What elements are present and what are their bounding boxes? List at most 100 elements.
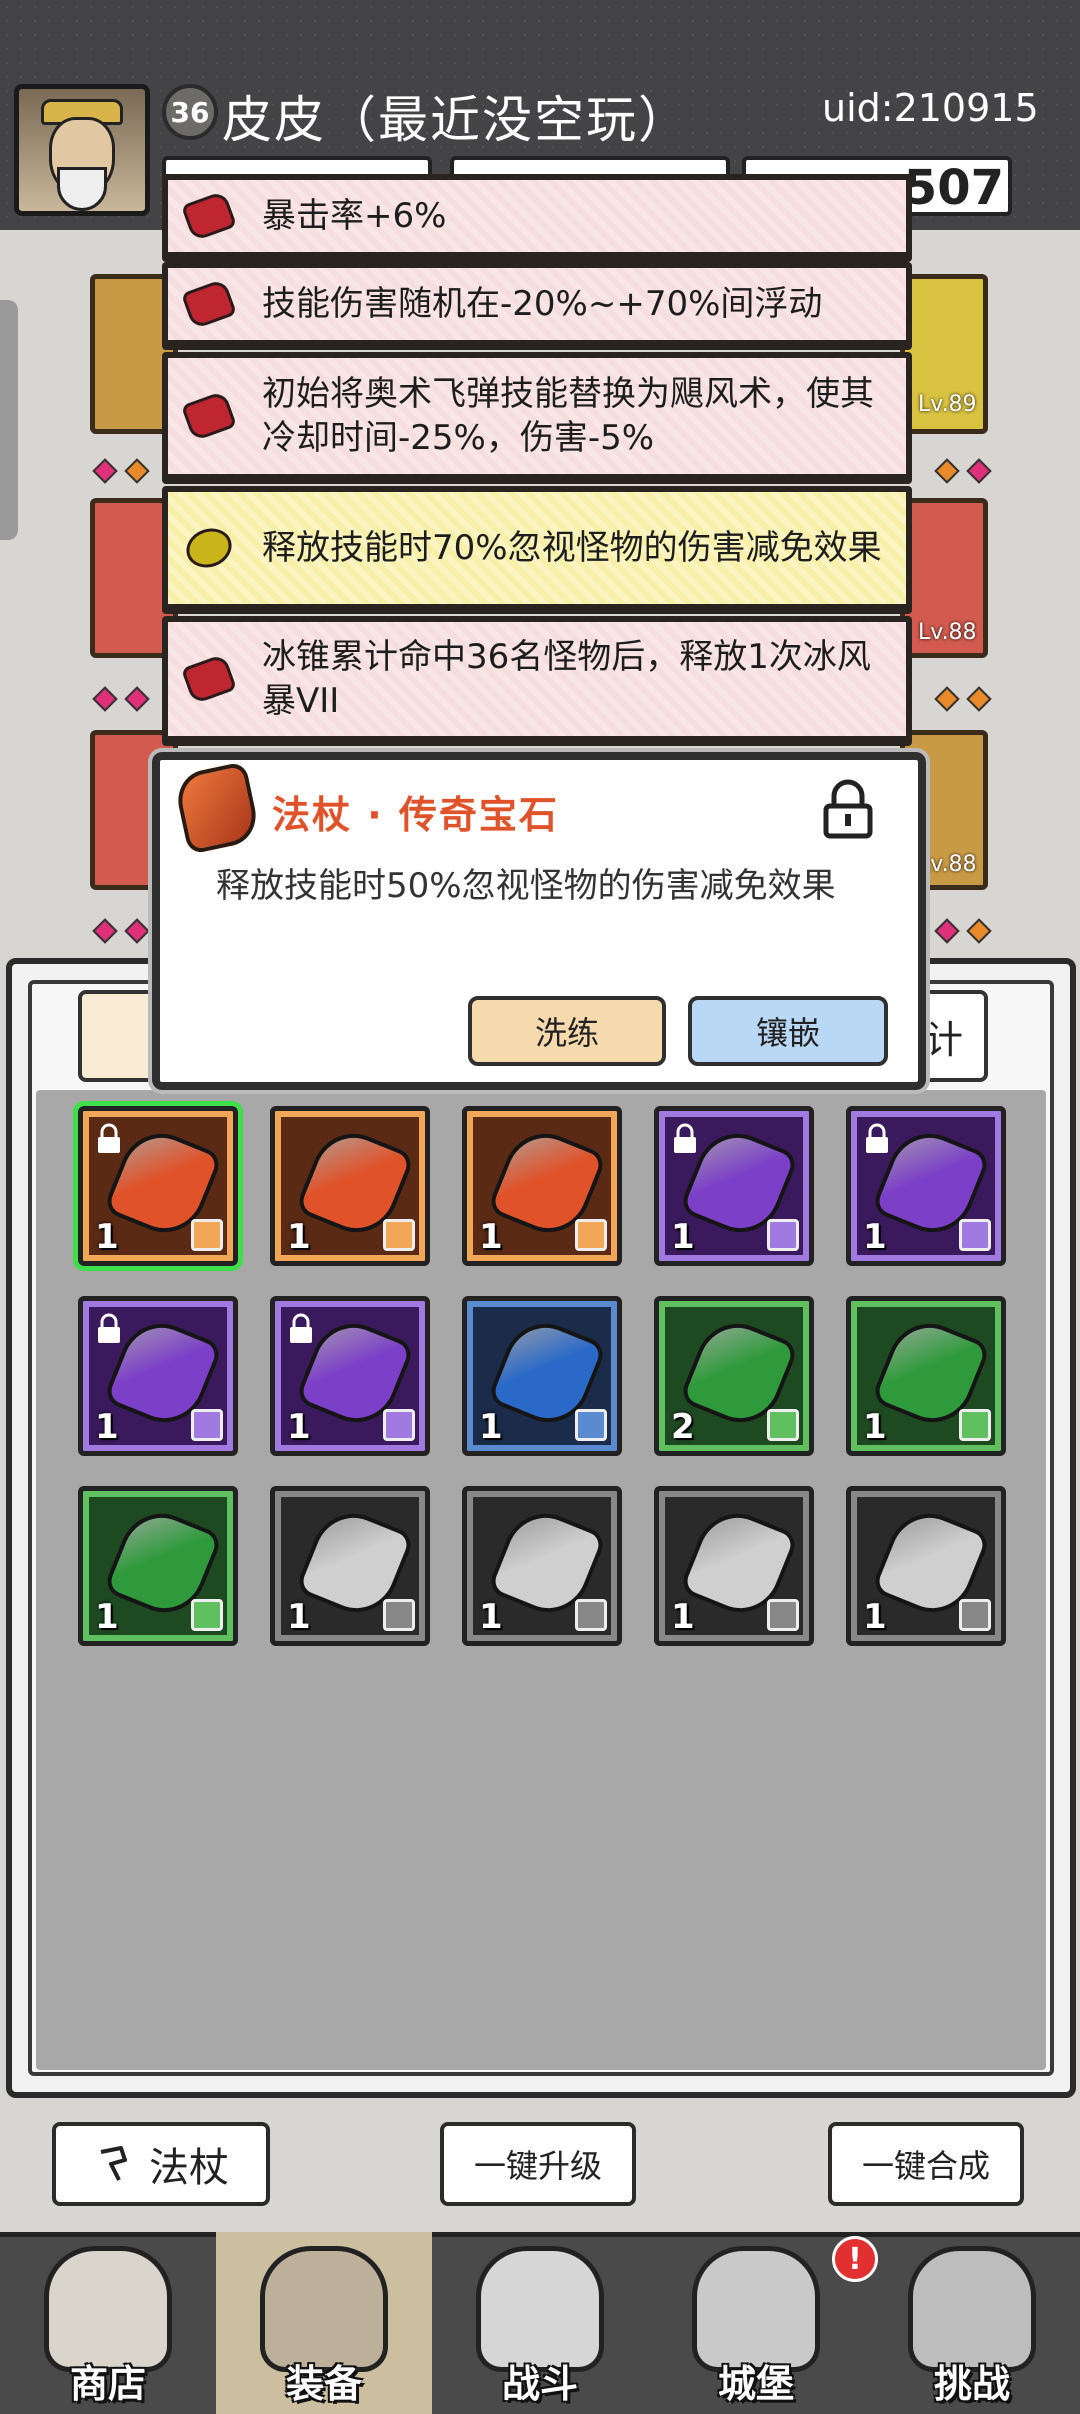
avatar[interactable]	[14, 84, 150, 216]
affix-text: 释放技能时70%忽视怪物的伤害减免效果	[262, 528, 882, 568]
socket-gem-icon	[92, 918, 118, 944]
inventory-slot[interactable]: 1	[462, 1486, 622, 1646]
nav-label: 挑战	[933, 2362, 1010, 2406]
yellow-gem-icon	[180, 522, 238, 574]
wand-type-icon	[767, 1409, 799, 1441]
inventory-slot[interactable]: 1	[846, 1296, 1006, 1456]
nav-shop[interactable]: 商店	[0, 2232, 216, 2414]
legendary-gem-icon	[172, 761, 262, 855]
nav-battle[interactable]: 战斗	[432, 2232, 648, 2414]
equip-level: Lv.88	[918, 852, 977, 877]
wand-type-icon	[767, 1599, 799, 1631]
popup-title: 法杖 · 传奇宝石	[272, 793, 559, 837]
red-gem-icon	[180, 190, 238, 242]
lock-icon	[98, 1123, 120, 1153]
lock-icon	[98, 1313, 120, 1343]
inventory-slot[interactable]: 1	[462, 1106, 622, 1266]
gem-count: 1	[95, 1217, 119, 1257]
socket-gem-icon	[966, 918, 992, 944]
wand-type-icon	[191, 1599, 223, 1631]
wand-filter-button[interactable]: 法杖	[52, 2122, 270, 2206]
gem-count: 1	[287, 1407, 311, 1447]
wand-type-icon	[767, 1219, 799, 1251]
nav-label: 商店	[69, 2362, 146, 2406]
socket-gem-icon	[92, 458, 118, 484]
wand-type-icon	[383, 1409, 415, 1441]
wand-type-icon	[383, 1599, 415, 1631]
gem-count: 1	[863, 1407, 887, 1447]
socket-gem-icon	[92, 686, 118, 712]
gem-count: 1	[95, 1407, 119, 1447]
player-uid: uid:210915	[822, 86, 1039, 130]
inventory-slot[interactable]: 1	[270, 1486, 430, 1646]
inventory-slot[interactable]: 1	[78, 1296, 238, 1456]
gem-count: 1	[479, 1407, 503, 1447]
gem-count: 2	[671, 1407, 695, 1447]
inventory-slot[interactable]: 2	[654, 1296, 814, 1456]
wand-icon	[100, 2146, 127, 2181]
notification-badge: !	[832, 2236, 878, 2282]
wand-type-icon	[383, 1219, 415, 1251]
wand-label: 法杖	[149, 2145, 229, 2191]
equip-level: Lv.89	[918, 392, 977, 417]
socket-gem-icon	[966, 458, 992, 484]
socket-gem-icon	[934, 686, 960, 712]
lock-icon[interactable]	[820, 778, 876, 840]
nav-label: 装备	[285, 2362, 362, 2406]
gem-count: 1	[671, 1217, 695, 1257]
wand-type-icon	[575, 1409, 607, 1441]
wand-type-icon	[191, 1219, 223, 1251]
one-click-merge-button[interactable]: 一键合成	[828, 2122, 1024, 2206]
inventory-slot[interactable]: 1	[270, 1296, 430, 1456]
gem-count: 1	[671, 1597, 695, 1637]
affix-text: 初始将奥术飞弹技能替换为飓风术，使其冷却时间-25%，伤害-5%	[262, 374, 874, 458]
gem-count: 1	[863, 1597, 887, 1637]
wand-type-icon	[575, 1219, 607, 1251]
wand-type-icon	[575, 1599, 607, 1631]
gem-count: 1	[479, 1217, 503, 1257]
wash-button[interactable]: 洗练	[468, 996, 666, 1066]
affix-row: 暴击率+6%	[162, 174, 912, 258]
lock-icon	[866, 1123, 888, 1153]
socket-gem-icon	[934, 458, 960, 484]
affix-text: 暴击率+6%	[262, 196, 447, 236]
inventory-slot[interactable]: 1	[270, 1106, 430, 1266]
affix-row: 初始将奥术飞弹技能替换为飓风术，使其冷却时间-25%，伤害-5%	[162, 352, 912, 480]
socket-gem-icon	[124, 918, 150, 944]
inventory-slot[interactable]: 1	[78, 1486, 238, 1646]
affix-row: 技能伤害随机在-20%~+70%间浮动	[162, 262, 912, 346]
socket-gem-icon	[124, 686, 150, 712]
gem-count: 1	[95, 1597, 119, 1637]
nav-equipment[interactable]: 装备	[216, 2232, 432, 2414]
red-gem-icon	[180, 390, 238, 442]
inventory-slot[interactable]: 1	[73, 1101, 243, 1271]
wand-type-icon	[191, 1409, 223, 1441]
gem-popup: 法杖 · 传奇宝石 释放技能时50%忽视怪物的伤害减免效果 洗练 镶嵌	[148, 748, 930, 1094]
socket-gem-icon	[124, 458, 150, 484]
affix-text: 冰锥累计命中36名怪物后，释放1次冰风暴VII	[262, 637, 871, 721]
gem-count: 1	[863, 1217, 887, 1257]
wand-type-icon	[959, 1409, 991, 1441]
nav-challenge[interactable]: 挑战	[864, 2232, 1080, 2414]
side-tab[interactable]	[0, 300, 18, 540]
nav-label: 战斗	[501, 2362, 578, 2406]
affix-row: 释放技能时70%忽视怪物的伤害减免效果	[162, 486, 912, 610]
wand-type-icon	[959, 1599, 991, 1631]
embed-button[interactable]: 镶嵌	[688, 996, 888, 1066]
inventory-slot[interactable]: 1	[846, 1106, 1006, 1266]
lock-icon	[674, 1123, 696, 1153]
socket-gem-icon	[966, 686, 992, 712]
gem-count: 1	[287, 1597, 311, 1637]
beard-icon	[57, 167, 107, 211]
popup-description: 释放技能时50%忽视怪物的伤害减免效果	[216, 866, 836, 906]
inventory-slot[interactable]: 1	[654, 1106, 814, 1266]
equip-level: Lv.88	[918, 620, 977, 645]
inventory-slot[interactable]: 1	[654, 1486, 814, 1646]
red-gem-icon	[180, 653, 238, 705]
one-click-upgrade-button[interactable]: 一键升级	[440, 2122, 636, 2206]
level-badge: 36	[162, 84, 218, 140]
red-gem-icon	[180, 278, 238, 330]
wand-type-icon	[959, 1219, 991, 1251]
inventory-slot[interactable]: 1	[462, 1296, 622, 1456]
inventory-slot[interactable]: 1	[846, 1486, 1006, 1646]
